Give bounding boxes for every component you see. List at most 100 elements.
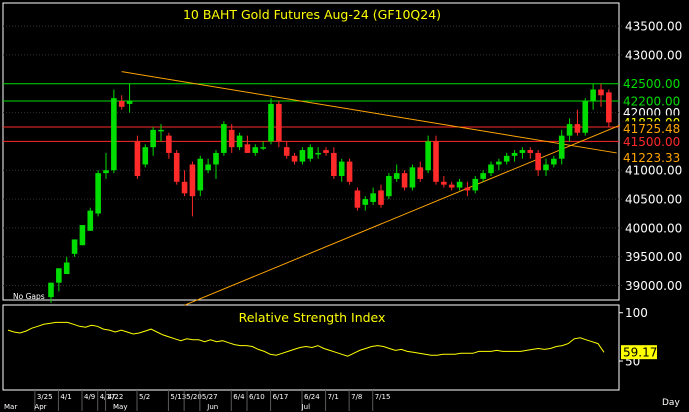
candle-body <box>276 103 282 142</box>
rsi-axis: 1005059.17 <box>619 306 657 369</box>
date-axis: 3/25 4/1 4/9 4/174/22 5/2 5/13 5/20 5/27 6/4 6/10… <box>3 389 619 411</box>
candle-body <box>197 158 204 191</box>
candle-body <box>535 152 541 171</box>
candle-body <box>370 193 376 202</box>
price-chart-title: 10 BAHT Gold Futures Aug-24 (GF10Q24) <box>183 7 441 22</box>
candle-body <box>299 150 306 162</box>
candle-body <box>488 164 494 174</box>
candle-body <box>213 152 219 165</box>
date-tick-label: 3/25 <box>37 393 53 401</box>
month-label: Apr <box>34 403 46 411</box>
candle-body <box>166 135 172 153</box>
date-tick-label: 4/1 <box>60 393 71 401</box>
candle-body <box>283 147 290 156</box>
candle-body <box>323 150 329 153</box>
date-tick-label: 6/24 <box>304 393 320 401</box>
level-label: 41500.00 <box>623 135 680 149</box>
month-label: Jun <box>206 403 218 411</box>
chart-canvas: 43500.0043000.0042000.0041000.0040500.00… <box>2 2 684 411</box>
candle-body <box>244 144 251 153</box>
candle-body <box>503 155 510 162</box>
candle-body <box>126 101 133 104</box>
candle-body <box>48 282 54 298</box>
rsi-last-value: 59.17 <box>623 346 657 360</box>
candle-body <box>598 89 604 96</box>
candle-body <box>205 164 211 171</box>
candle-body <box>590 89 596 102</box>
date-tick-label: 4/22 <box>108 393 124 401</box>
candle-body <box>252 147 259 153</box>
candle-body <box>118 101 125 107</box>
candle-body <box>181 181 188 194</box>
candle-body <box>433 141 439 182</box>
price-tick-label: 40500.00 <box>625 193 682 207</box>
candle-body <box>260 147 266 149</box>
candle-body <box>134 141 141 177</box>
chart-window: 43500.0043000.0042000.0041000.0040500.00… <box>0 0 689 412</box>
rsi-tick-label: 100 <box>625 306 648 320</box>
candle-body <box>511 152 518 156</box>
price-tick-label: 39500.00 <box>625 250 682 264</box>
candle-body <box>574 124 581 133</box>
date-tick-label: 7/15 <box>375 393 391 401</box>
candle-body <box>464 187 471 191</box>
no-gaps-note: No Gaps <box>13 292 45 301</box>
candle-body <box>441 181 447 185</box>
candle-body <box>551 158 557 165</box>
candle-body <box>56 268 62 283</box>
price-tick-label: 40000.00 <box>625 221 682 235</box>
level-label: 42500.00 <box>623 77 680 91</box>
candle-body <box>79 225 86 246</box>
candle-body <box>378 190 384 205</box>
candle-body <box>346 161 353 182</box>
candle-body <box>558 135 565 159</box>
candle-body <box>480 173 486 179</box>
price-tick-label: 41000.00 <box>625 164 682 178</box>
candle-body <box>362 199 369 205</box>
date-tick-label: 5/27 <box>202 393 218 401</box>
date-tick-label: 4/9 <box>84 393 95 401</box>
candle-body <box>519 150 526 153</box>
candle-body <box>448 184 455 188</box>
candle-body <box>566 124 573 136</box>
candle-body <box>150 129 156 148</box>
candle-body <box>63 262 70 275</box>
date-tick-label: 6/4 <box>233 393 245 401</box>
candle-body <box>103 170 109 174</box>
candle-body <box>354 190 361 208</box>
price-tick-label: 43500.00 <box>625 20 682 34</box>
month-label: May <box>113 403 127 411</box>
candle-body <box>543 164 549 171</box>
candle-body <box>527 150 534 153</box>
candle-body <box>291 155 298 162</box>
month-label: Mar <box>4 403 17 411</box>
candle-body <box>338 161 345 177</box>
candle-body <box>111 98 117 171</box>
x-axis-label: Day <box>662 398 680 408</box>
date-tick-label: 6/10 <box>249 393 265 401</box>
candle-body <box>606 92 612 123</box>
date-tick-label: 7/1 <box>328 393 339 401</box>
month-label: Jul <box>301 403 311 411</box>
candle-body <box>401 173 408 188</box>
candle-body <box>87 210 94 231</box>
candle-body <box>236 135 243 148</box>
price-marker-label: 41223.33 <box>623 151 680 165</box>
candle-body <box>189 164 196 197</box>
price-tick-label: 43000.00 <box>625 48 682 62</box>
date-tick-label: 5/2 <box>139 393 150 401</box>
candle-body <box>496 161 502 165</box>
candle-body <box>268 103 274 142</box>
rsi-chart-title: Relative Strength Index <box>239 310 386 325</box>
candle-body <box>158 129 164 132</box>
candle-body <box>142 147 149 165</box>
candle-body <box>425 141 431 171</box>
candle-body <box>228 129 235 148</box>
candle-body <box>582 101 589 133</box>
date-tick-label: 7/8 <box>351 393 362 401</box>
candle-body <box>315 152 321 155</box>
date-tick-label: 6/17 <box>273 393 289 401</box>
candle-body <box>417 167 424 179</box>
candle-body <box>472 178 479 191</box>
candle-body <box>386 176 392 197</box>
